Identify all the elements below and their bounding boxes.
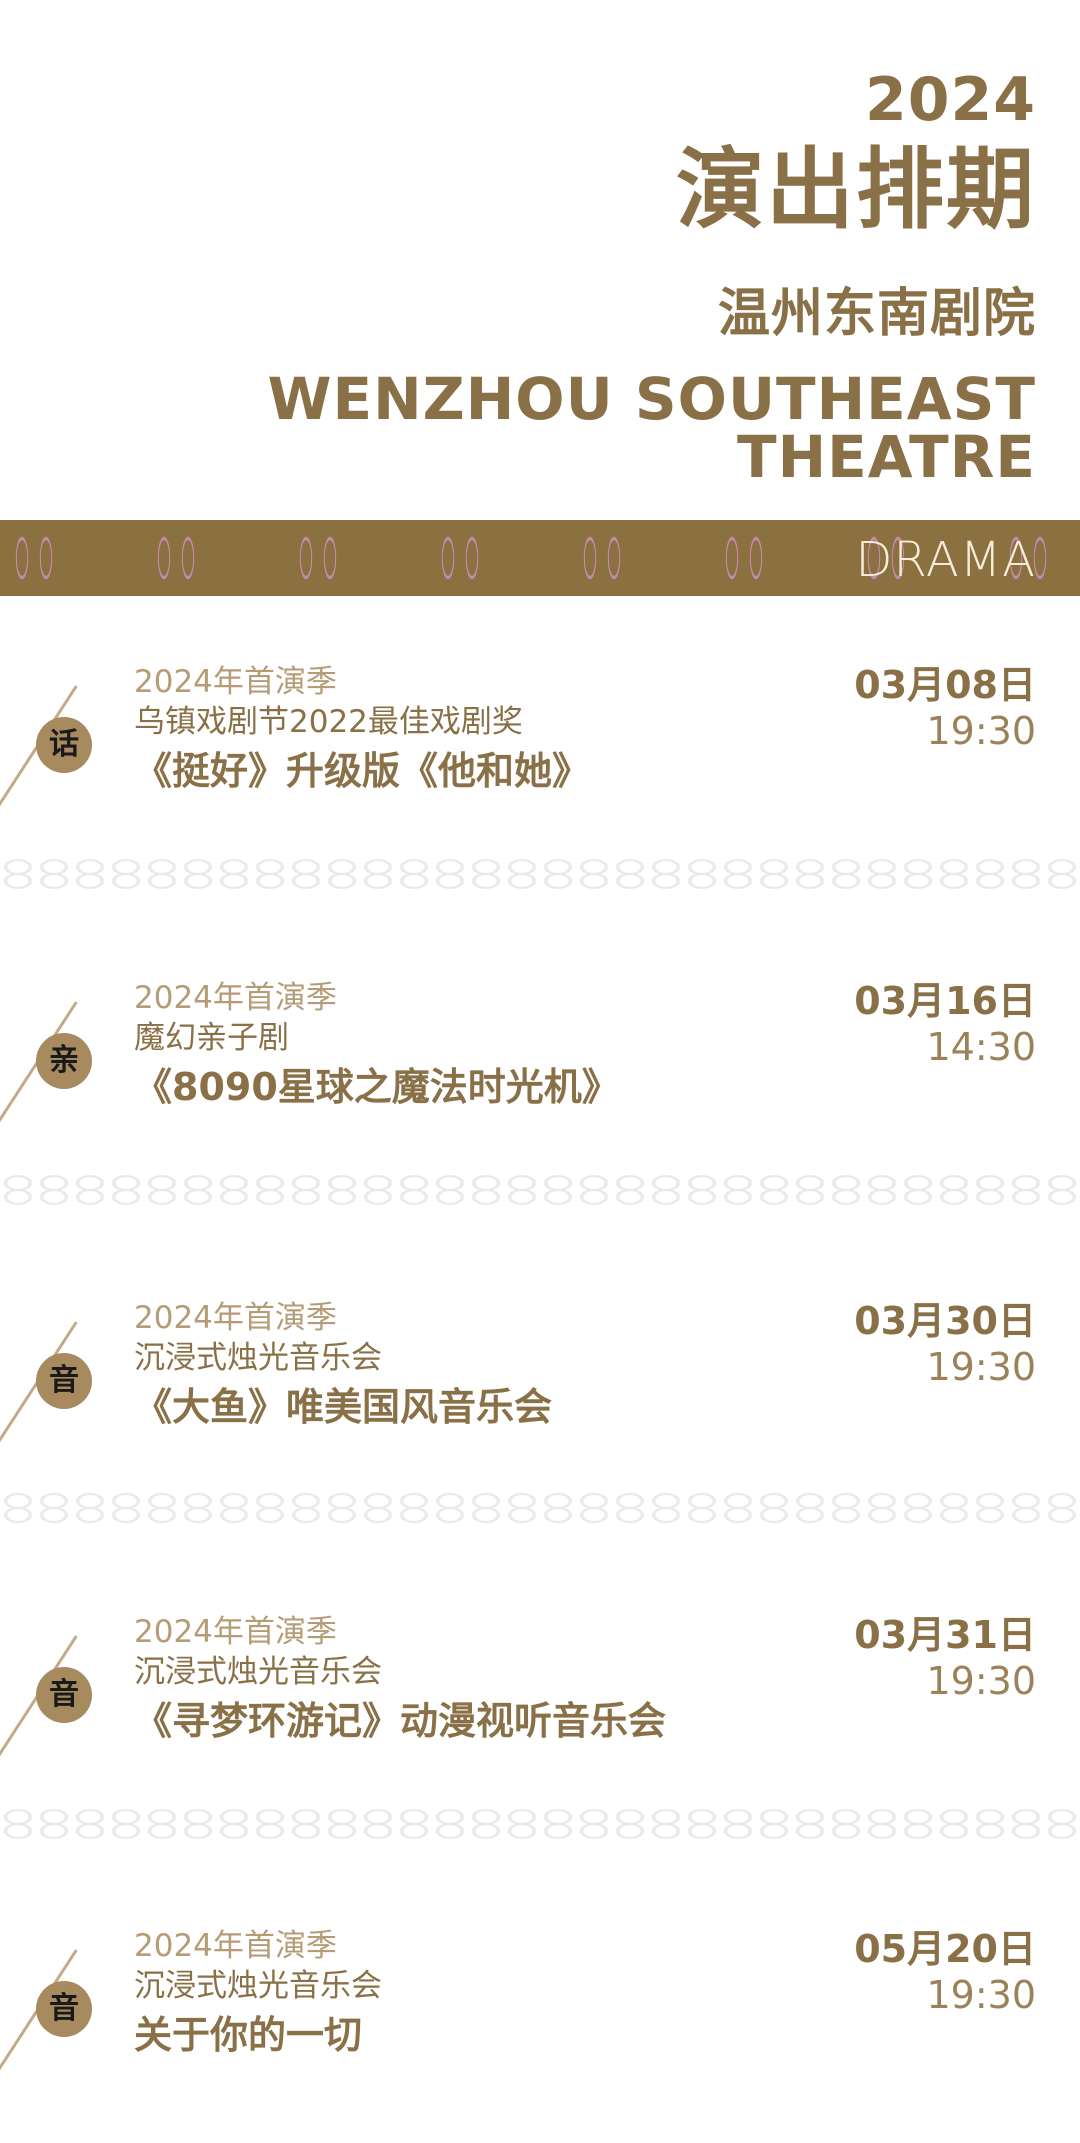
event-subtitle: 沉浸式烛光音乐会 xyxy=(134,1968,382,2004)
category-badge: 话 xyxy=(36,717,92,773)
event-item[interactable]: 话 2024年首演季 乌镇戏剧节2022最佳戏剧奖 《挺好》升级版《他和她》 0… xyxy=(0,662,1080,832)
event-time: 19:30 xyxy=(926,709,1036,753)
divider-pattern xyxy=(0,1490,1080,1526)
event-season: 2024年首演季 xyxy=(134,1614,337,1650)
banner-label: DRAMA xyxy=(855,532,1036,588)
event-time: 19:30 xyxy=(926,1345,1036,1389)
event-subtitle: 沉浸式烛光音乐会 xyxy=(134,1340,382,1376)
event-subtitle: 魔幻亲子剧 xyxy=(134,1020,289,1056)
event-title: 《寻梦环游记》动漫视听音乐会 xyxy=(134,1699,667,1743)
event-date: 03月16日 xyxy=(854,979,1036,1023)
event-item[interactable]: 音 2024年首演季 沉浸式烛光音乐会 关于你的一切 05月20日 19:30 xyxy=(0,1926,1080,2096)
event-title: 《大鱼》唯美国风音乐会 xyxy=(134,1385,553,1429)
event-season: 2024年首演季 xyxy=(134,980,337,1016)
theatre-name-en: WENZHOU SOUTHEAST THEATRE xyxy=(267,365,1036,492)
divider-pattern xyxy=(0,1172,1080,1208)
event-subtitle: 沉浸式烛光音乐会 xyxy=(134,1654,382,1690)
event-subtitle: 乌镇戏剧节2022最佳戏剧奖 xyxy=(134,704,523,740)
event-time: 14:30 xyxy=(926,1025,1036,1069)
category-badge: 亲 xyxy=(36,1033,92,1089)
page-title: 演出排期 xyxy=(675,138,1036,241)
event-time: 19:30 xyxy=(926,1973,1036,2017)
event-season: 2024年首演季 xyxy=(134,1300,337,1336)
event-season: 2024年首演季 xyxy=(134,1928,337,1964)
divider-pattern xyxy=(0,856,1080,892)
event-title: 《挺好》升级版《他和她》 xyxy=(134,749,591,793)
event-item[interactable]: 音 2024年首演季 沉浸式烛光音乐会 《寻梦环游记》动漫视听音乐会 03月31… xyxy=(0,1612,1080,1782)
event-item[interactable]: 亲 2024年首演季 魔幻亲子剧 《8090星球之魔法时光机》 03月16日 1… xyxy=(0,978,1080,1148)
event-time: 19:30 xyxy=(926,1659,1036,1703)
event-date: 03月31日 xyxy=(854,1613,1036,1657)
event-season: 2024年首演季 xyxy=(134,664,337,700)
year: 2024 xyxy=(865,65,1036,135)
event-date: 03月08日 xyxy=(854,663,1036,707)
event-date: 05月20日 xyxy=(854,1927,1036,1971)
category-badge: 音 xyxy=(36,1353,92,1409)
theatre-name-cn: 温州东南剧院 xyxy=(717,284,1036,345)
event-title: 关于你的一切 xyxy=(134,2013,363,2057)
category-badge: 音 xyxy=(36,1981,92,2037)
header: 2024 演出排期 温州东南剧院 WENZHOU SOUTHEAST THEAT… xyxy=(36,70,1036,486)
event-date: 03月30日 xyxy=(854,1299,1036,1343)
event-item[interactable]: 音 2024年首演季 沉浸式烛光音乐会 《大鱼》唯美国风音乐会 03月30日 1… xyxy=(0,1298,1080,1468)
divider-pattern xyxy=(0,1806,1080,1842)
event-title: 《8090星球之魔法时光机》 xyxy=(134,1065,620,1109)
category-banner: DRAMA xyxy=(0,520,1080,596)
category-badge: 音 xyxy=(36,1667,92,1723)
